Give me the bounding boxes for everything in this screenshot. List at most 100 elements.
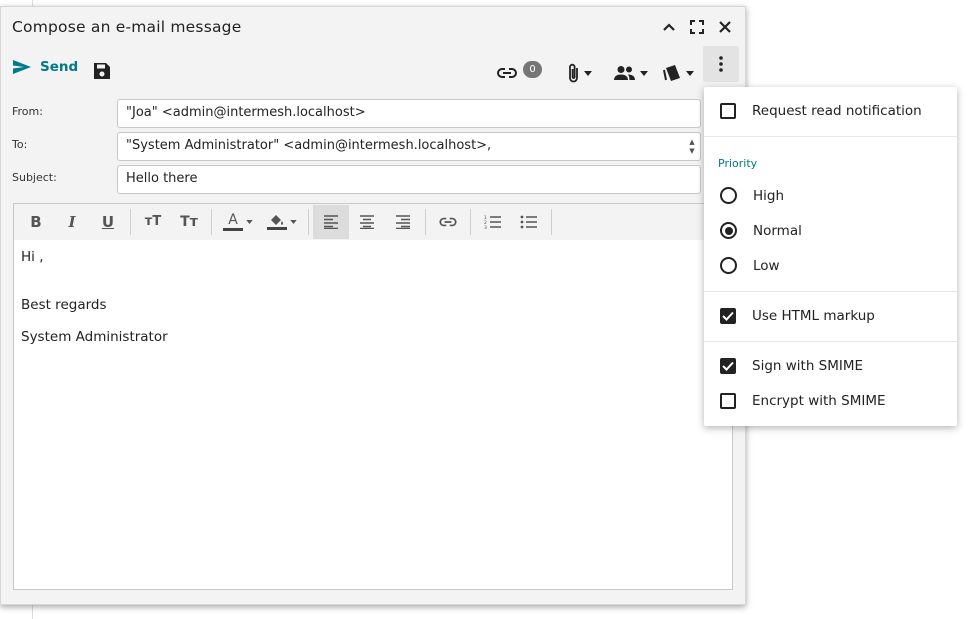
align-left-button[interactable] bbox=[313, 204, 349, 239]
from-field[interactable]: "Joa" <admin@intermesh.localhost> bbox=[117, 99, 701, 128]
priority-normal-label: Normal bbox=[753, 222, 802, 239]
subject-row: Subject: Hello there bbox=[1, 163, 745, 196]
subject-label: Subject: bbox=[12, 171, 57, 184]
priority-low-label: Low bbox=[753, 257, 780, 274]
body-line bbox=[21, 281, 725, 297]
from-row: From: "Joa" <admin@intermesh.localhost> bbox=[1, 97, 745, 130]
save-button[interactable] bbox=[93, 62, 111, 84]
options-menu: Request read notification Priority High … bbox=[704, 87, 957, 426]
align-right-button[interactable] bbox=[385, 205, 421, 239]
highlight-color-icon bbox=[267, 213, 287, 230]
insert-link-icon bbox=[439, 217, 457, 226]
editor-toolbar: B I U тT Tт A 1 2 3 bbox=[14, 204, 732, 240]
send-button[interactable]: Send bbox=[12, 59, 78, 75]
scroll-up-icon: ▲ bbox=[689, 137, 695, 146]
html-markup-option[interactable]: Use HTML markup bbox=[704, 298, 957, 333]
link-icon bbox=[497, 68, 517, 78]
font-size-button[interactable]: тT bbox=[135, 205, 171, 239]
attachment-button[interactable] bbox=[567, 57, 592, 89]
to-row: To: "System Administrator" <admin@interm… bbox=[1, 130, 745, 163]
from-label: From: bbox=[12, 105, 43, 118]
highlight-color-button[interactable] bbox=[260, 205, 304, 239]
close-button[interactable] bbox=[715, 16, 735, 38]
to-label: To: bbox=[12, 138, 28, 151]
priority-normal-option[interactable]: Normal bbox=[704, 213, 957, 248]
template-button[interactable] bbox=[663, 57, 694, 89]
bullet-list-button[interactable] bbox=[511, 205, 547, 239]
chevron-down-icon bbox=[584, 70, 592, 76]
text-case-button[interactable]: Tт bbox=[171, 205, 207, 239]
body-line: Best regards bbox=[21, 297, 107, 313]
priority-high-option[interactable]: High bbox=[704, 178, 957, 213]
links-count-badge: 0 bbox=[523, 60, 542, 78]
italic-button[interactable]: I bbox=[54, 205, 90, 239]
svg-text:3: 3 bbox=[484, 225, 487, 229]
priority-low-option[interactable]: Low bbox=[704, 248, 957, 283]
check-icon bbox=[722, 361, 734, 371]
priority-normal-radio[interactable] bbox=[720, 222, 737, 239]
sign-smime-label: Sign with SMIME bbox=[752, 357, 864, 374]
contacts-icon bbox=[614, 66, 635, 80]
contacts-button[interactable] bbox=[613, 57, 648, 89]
font-color-button[interactable]: A bbox=[216, 205, 260, 239]
links-button[interactable]: 0 bbox=[496, 57, 542, 89]
to-field-scroller[interactable]: ▲ ▼ bbox=[684, 133, 700, 160]
toolbar-separator bbox=[308, 208, 309, 235]
numbered-list-button[interactable]: 123 bbox=[475, 205, 511, 239]
maximize-icon bbox=[690, 20, 704, 34]
align-center-icon bbox=[360, 214, 374, 229]
encrypt-smime-checkbox[interactable] bbox=[720, 392, 736, 409]
subject-field[interactable]: Hello there bbox=[117, 165, 701, 194]
collapse-icon bbox=[663, 23, 675, 31]
html-markup-checkbox[interactable] bbox=[720, 307, 736, 324]
read-notification-option[interactable]: Request read notification bbox=[704, 93, 957, 128]
send-icon bbox=[13, 60, 31, 74]
insert-link-button[interactable] bbox=[430, 205, 466, 239]
message-editor: B I U тT Tт A 1 2 3 Hi , Best regards Sy… bbox=[13, 203, 733, 590]
toolbar-separator bbox=[211, 208, 212, 235]
collapse-button[interactable] bbox=[659, 16, 679, 38]
underline-button[interactable]: U bbox=[90, 205, 126, 239]
align-right-icon bbox=[396, 214, 410, 229]
priority-high-radio[interactable] bbox=[720, 187, 737, 204]
chevron-down-icon bbox=[686, 70, 694, 76]
priority-low-radio[interactable] bbox=[720, 257, 737, 274]
to-field-value: "System Administrator" <admin@intermesh.… bbox=[126, 138, 492, 153]
compose-form: From: "Joa" <admin@intermesh.localhost> … bbox=[1, 97, 745, 196]
read-notification-checkbox[interactable] bbox=[720, 102, 736, 119]
html-markup-label: Use HTML markup bbox=[752, 307, 875, 324]
compose-window: Compose an e-mail message Send 0 From: "… bbox=[0, 6, 746, 605]
compose-toolbar: Send 0 bbox=[1, 51, 745, 95]
bullet-list-icon bbox=[520, 215, 537, 228]
window-title: Compose an e-mail message bbox=[12, 18, 242, 36]
sign-smime-option[interactable]: Sign with SMIME bbox=[704, 348, 957, 383]
maximize-button[interactable] bbox=[687, 16, 707, 38]
chevron-down-icon bbox=[290, 219, 297, 224]
underline-icon: U bbox=[101, 212, 115, 231]
toolbar-separator bbox=[130, 208, 131, 235]
body-line: System Administrator bbox=[21, 329, 168, 345]
window-controls bbox=[659, 16, 735, 38]
message-body[interactable]: Hi , Best regards System Administrator bbox=[14, 240, 732, 354]
text-case-icon: Tт bbox=[180, 213, 198, 230]
sign-smime-checkbox[interactable] bbox=[720, 357, 736, 374]
body-line bbox=[21, 265, 725, 281]
to-field[interactable]: "System Administrator" <admin@intermesh.… bbox=[117, 132, 701, 161]
toolbar-separator bbox=[425, 208, 426, 235]
align-center-button[interactable] bbox=[349, 205, 385, 239]
save-icon bbox=[94, 63, 110, 79]
menu-divider bbox=[704, 341, 957, 342]
font-color-icon: A bbox=[223, 213, 243, 231]
numbered-list-icon: 123 bbox=[484, 215, 501, 229]
template-icon bbox=[663, 65, 680, 81]
align-left-icon bbox=[324, 214, 338, 229]
more-options-button[interactable] bbox=[703, 46, 739, 82]
font-size-icon: тT bbox=[144, 214, 162, 229]
close-icon bbox=[719, 21, 731, 33]
body-line: Hi , bbox=[21, 249, 44, 265]
bold-button[interactable]: B bbox=[18, 205, 54, 239]
window-titlebar: Compose an e-mail message bbox=[1, 7, 745, 47]
encrypt-smime-option[interactable]: Encrypt with SMIME bbox=[704, 383, 957, 418]
italic-icon: I bbox=[68, 212, 76, 231]
encrypt-smime-label: Encrypt with SMIME bbox=[752, 392, 886, 409]
